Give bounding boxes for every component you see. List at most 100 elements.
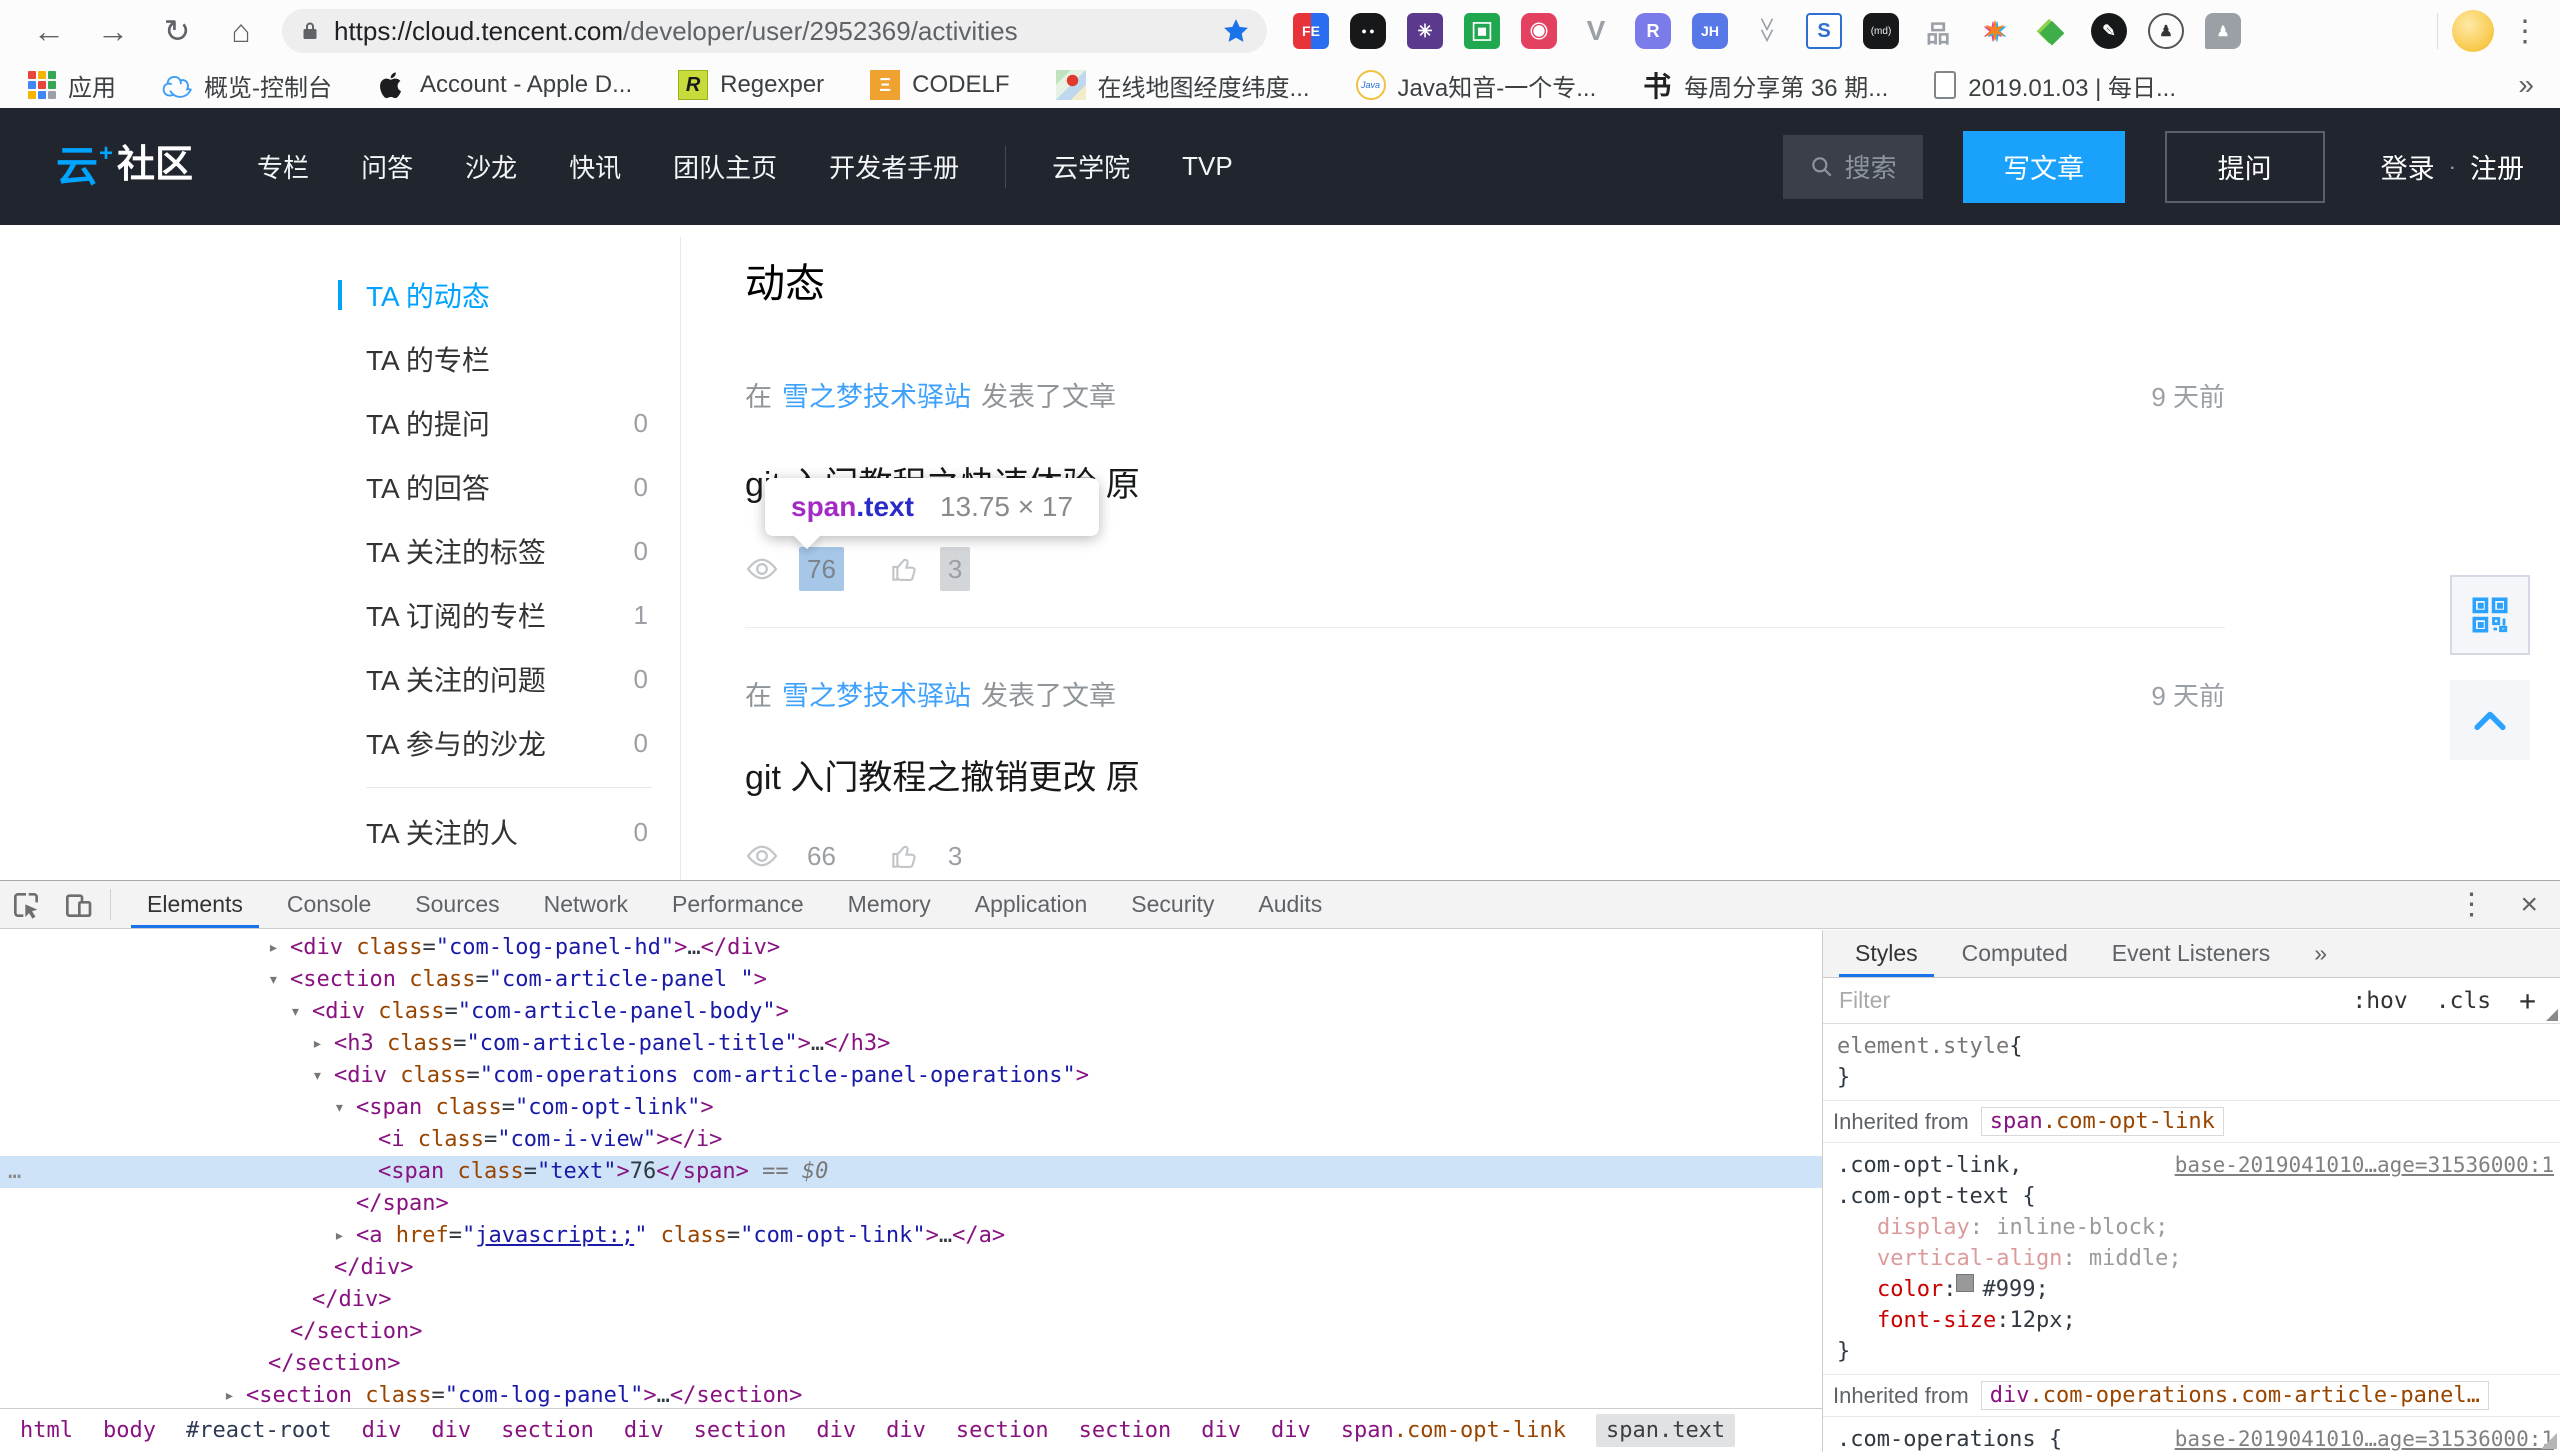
dom-tree-row[interactable]: ▸<div class="com-log-panel-hd">…</div> <box>0 932 1822 964</box>
resize-corner-handle[interactable] <box>2541 1433 2557 1449</box>
disclosure-expanded-icon[interactable]: ▾ <box>312 1060 323 1092</box>
forward-button[interactable]: → <box>94 13 132 50</box>
styles-tab-styles[interactable]: Styles <box>1833 930 1940 977</box>
gem-extension-icon[interactable]: ◆ <box>2034 13 2070 49</box>
sogou-extension-icon[interactable]: S <box>1806 13 1842 49</box>
toggle-element-state-button[interactable]: :hov <box>2352 988 2407 1014</box>
site-nav-item-6[interactable]: 开发者手册 <box>829 148 959 185</box>
dom-tree-row[interactable]: </section> <box>0 1348 1822 1380</box>
devtools-tab-sources[interactable]: Sources <box>393 881 521 928</box>
sitemap-extension-icon[interactable]: 品 <box>1920 13 1956 49</box>
breadcrumb-item[interactable]: section <box>501 1418 594 1443</box>
bookmark-java-zhiyin[interactable]: JavaJava知音-一个专... <box>1356 68 1597 103</box>
r-hexagon-extension-icon[interactable]: R <box>1635 13 1671 49</box>
double-chevron-extension-icon[interactable]: ∨ ∨ <box>1749 13 1785 49</box>
login-link[interactable]: 登录 <box>2381 147 2435 186</box>
bookmark-apps[interactable]: 应用 <box>28 68 116 103</box>
styles-tab-event-listeners[interactable]: Event Listeners <box>2090 930 2293 977</box>
breadcrumb-item[interactable]: html <box>20 1418 73 1443</box>
dom-tree-row[interactable]: ▾<div class="com-operations com-article-… <box>0 1060 1822 1092</box>
style-rule-line[interactable]: } <box>1837 1336 2560 1367</box>
register-link[interactable]: 注册 <box>2470 147 2524 186</box>
disclosure-expanded-icon[interactable]: ▾ <box>290 996 301 1028</box>
markdown-extension-icon[interactable]: (md) <box>1863 13 1899 49</box>
dom-tree-row[interactable]: ▸<section class="com-log-panel">…</secti… <box>0 1380 1822 1408</box>
sidebar-item[interactable]: TA 订阅的专栏1 <box>338 583 652 647</box>
disclosure-collapsed-icon[interactable]: ▸ <box>224 1380 235 1408</box>
style-rule-line[interactable]: font-size: 12px; <box>1837 1305 2560 1336</box>
breadcrumb-item[interactable]: div <box>624 1418 664 1443</box>
bookmarks-overflow-icon[interactable]: » <box>2518 69 2534 101</box>
site-nav-item-5[interactable]: 团队主页 <box>673 148 777 185</box>
breadcrumb-item[interactable]: div <box>1271 1418 1311 1443</box>
bookmark-regexper[interactable]: RRegexper <box>678 70 824 100</box>
breadcrumb-item[interactable]: body <box>103 1418 156 1443</box>
url-text[interactable]: https://cloud.tencent.com/developer/user… <box>334 16 1018 47</box>
style-rule-line[interactable]: .com-opt-link,base-2019041010…age=315360… <box>1837 1150 2560 1181</box>
stylesheet-source-link[interactable]: base-2019041010…age=31536000:1 <box>2175 1424 2554 1452</box>
dom-tree-row[interactable]: ▾<span class="com-opt-link"> <box>0 1092 1822 1124</box>
ask-question-button[interactable]: 提问 <box>2165 131 2325 203</box>
breadcrumb-item[interactable]: div <box>816 1418 856 1443</box>
dom-tree-row[interactable]: <i class="com-i-view"></i> <box>0 1124 1822 1156</box>
address-bar[interactable]: https://cloud.tencent.com/developer/user… <box>282 9 1267 53</box>
breadcrumb-item[interactable]: div <box>1201 1418 1241 1443</box>
style-rule-line[interactable]: element.style { <box>1837 1031 2560 1062</box>
dom-tree-row[interactable]: </div> <box>0 1284 1822 1316</box>
github-extension-icon[interactable]: ♟ <box>2148 13 2184 49</box>
sidebar-item[interactable]: TA 关注的问题0 <box>338 647 652 711</box>
sidebar-item[interactable]: TA 的专栏 <box>338 327 652 391</box>
inspect-element-icon[interactable] <box>0 881 52 928</box>
dom-tree-row[interactable]: …<span class="text">76</span> == $0 <box>0 1156 1822 1188</box>
devtools-tab-console[interactable]: Console <box>265 881 393 928</box>
breadcrumb-item[interactable]: section <box>956 1418 1049 1443</box>
sidebar-item[interactable]: TA 关注的标签0 <box>338 519 652 583</box>
styles-filter-input[interactable]: Filter <box>1839 987 2352 1014</box>
dom-tree-row[interactable]: </section> <box>0 1316 1822 1348</box>
juejin-extension-icon[interactable]: ◉ <box>1521 13 1557 49</box>
devtools-tab-audits[interactable]: Audits <box>1236 881 1344 928</box>
devtools-tab-memory[interactable]: Memory <box>826 881 953 928</box>
search-input[interactable]: 搜索 <box>1783 135 1923 199</box>
site-nav-item-4[interactable]: 快讯 <box>569 148 621 185</box>
sidebar-item[interactable]: TA 参与的沙龙0 <box>338 711 652 775</box>
devtools-tab-application[interactable]: Application <box>953 881 1110 928</box>
styles-tab-computed[interactable]: Computed <box>1940 930 2090 977</box>
panda-eyes-extension-icon[interactable]: ● ● <box>1350 13 1386 49</box>
breadcrumb-item[interactable]: #react-root <box>186 1418 332 1443</box>
dom-tree-row[interactable]: ▸<h3 class="com-article-panel-title">…</… <box>0 1028 1822 1060</box>
style-rule-line[interactable]: .com-operations {base-2019041010…age=315… <box>1837 1424 2560 1452</box>
devtools-tab-network[interactable]: Network <box>522 881 650 928</box>
styles-tab--[interactable]: » <box>2292 930 2349 977</box>
sidebar-item[interactable]: TA 的回答0 <box>338 455 652 519</box>
devtools-menu-icon[interactable]: ⋮ <box>2456 887 2486 922</box>
dom-row-ellipsis-icon[interactable]: … <box>8 1156 21 1188</box>
site-nav-item-2[interactable]: 问答 <box>361 148 413 185</box>
qr-code-button[interactable] <box>2450 575 2530 655</box>
bookmark-map-lnglat[interactable]: 在线地图经度纬度... <box>1056 68 1310 103</box>
devtools-tab-elements[interactable]: Elements <box>125 881 265 928</box>
sidebar-item[interactable]: TA 的动态 <box>338 263 652 327</box>
style-rule-line[interactable]: display: inline-block; <box>1837 1212 2560 1243</box>
breadcrumb-item[interactable]: section <box>694 1418 787 1443</box>
breadcrumb-item[interactable]: span.com-opt-link <box>1341 1418 1566 1443</box>
activity-org-link[interactable]: 雪之梦技术驿站 <box>782 377 971 417</box>
write-article-button[interactable]: 写文章 <box>1963 131 2125 203</box>
new-style-rule-button[interactable]: + <box>2519 984 2536 1017</box>
disclosure-collapsed-icon[interactable]: ▸ <box>334 1220 345 1252</box>
devtools-tab-performance[interactable]: Performance <box>650 881 826 928</box>
fatkun-extension-icon[interactable]: ✳ <box>1407 13 1443 49</box>
stylesheet-source-link[interactable]: base-2019041010…age=31536000:1 <box>2175 1150 2554 1181</box>
inherited-from-selector[interactable]: div.com-operations.com-article-panel… <box>1981 1381 2489 1410</box>
bookmark-daily-doc[interactable]: 2019.01.03 | 每日... <box>1934 68 2176 103</box>
disclosure-expanded-icon[interactable]: ▾ <box>268 964 279 996</box>
jh-extension-icon[interactable]: JH <box>1692 13 1728 49</box>
dom-tree-row[interactable]: </div> <box>0 1252 1822 1284</box>
dom-tree-row[interactable]: </span> <box>0 1188 1822 1220</box>
breadcrumb-item[interactable]: div <box>362 1418 402 1443</box>
bookmark-console-overview[interactable]: ☁概览-控制台 <box>162 68 332 103</box>
site-nav-secondary-item-2[interactable]: TVP <box>1182 151 1233 182</box>
style-rule-line[interactable]: } <box>1837 1062 2560 1093</box>
bookmark-apple-account[interactable]: Account - Apple D... <box>378 70 632 100</box>
fe-toolbox-extension-icon[interactable]: FE <box>1293 13 1329 49</box>
